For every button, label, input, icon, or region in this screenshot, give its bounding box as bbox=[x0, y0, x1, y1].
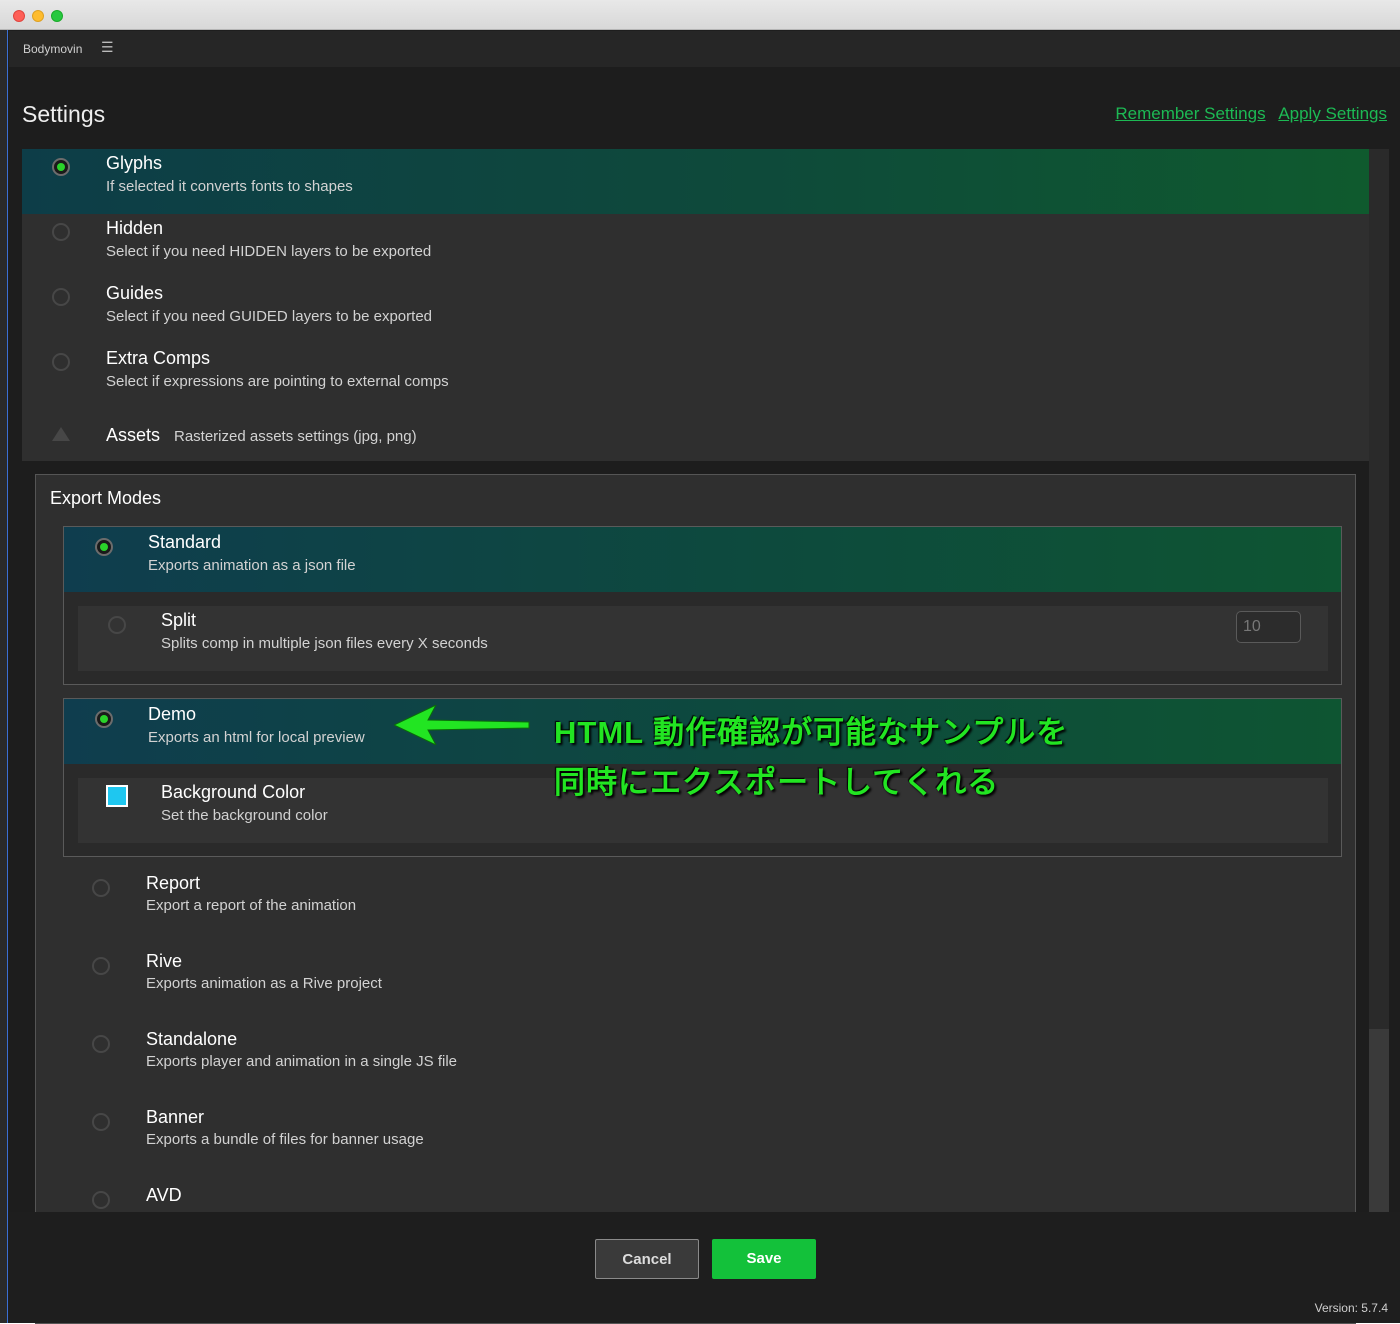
mode-description: Export a report of the animation bbox=[146, 897, 357, 914]
assets-description: Rasterized assets settings (jpg, png) bbox=[174, 428, 417, 445]
option-glyphs[interactable]: Glyphs If selected it converts fonts to … bbox=[22, 149, 1369, 214]
app-window: Bodymovin ☰ Settings Remember Settings A… bbox=[0, 0, 1400, 1324]
annotation-line-1: HTML 動作確認が可能なサンプルを bbox=[554, 715, 1069, 750]
bgcolor-title: Background Color bbox=[161, 782, 306, 802]
split-seconds-input[interactable]: 10 bbox=[1236, 611, 1301, 643]
bottom-bar: Cancel Save Version: 5.7.4 bbox=[9, 1212, 1400, 1323]
option-title: Guides bbox=[106, 283, 164, 303]
option-guides[interactable]: Guides Select if you need GUIDED layers … bbox=[22, 279, 1369, 344]
mode-title: Standalone bbox=[146, 1029, 238, 1049]
hamburger-icon[interactable]: ☰ bbox=[101, 39, 114, 56]
option-description: Select if expressions are pointing to ex… bbox=[106, 373, 449, 390]
scrollbar-thumb[interactable] bbox=[1369, 149, 1389, 1029]
mode-title: Rive bbox=[146, 951, 183, 971]
radio-button[interactable] bbox=[108, 616, 126, 634]
export-modes-panel: Export Modes Standard Exports animation … bbox=[35, 474, 1356, 1324]
window-left-edge bbox=[0, 30, 8, 1323]
page-title: Settings bbox=[22, 101, 106, 127]
mode-rive[interactable]: Rive Exports animation as a Rive project bbox=[36, 951, 1355, 1016]
split-option[interactable]: Split Splits comp in multiple json files… bbox=[78, 606, 1328, 671]
save-button[interactable]: Save bbox=[712, 1239, 816, 1279]
mode-description: Exports animation as a Rive project bbox=[146, 975, 382, 992]
mode-description: Exports a bundle of files for banner usa… bbox=[146, 1131, 424, 1148]
mode-title: Report bbox=[146, 873, 201, 893]
radio-button[interactable] bbox=[92, 1035, 110, 1053]
radio-button[interactable] bbox=[92, 957, 110, 975]
panel-name: Bodymovin bbox=[23, 42, 83, 56]
mode-standard[interactable]: Standard Exports animation as a json fil… bbox=[64, 527, 1341, 592]
annotation-arrow-icon bbox=[394, 705, 530, 745]
radio-button[interactable] bbox=[95, 538, 113, 556]
scrollbar[interactable] bbox=[1369, 149, 1389, 1212]
radio-button[interactable] bbox=[95, 710, 113, 728]
option-hidden[interactable]: Hidden Select if you need HIDDEN layers … bbox=[22, 214, 1369, 279]
mode-title: Banner bbox=[146, 1107, 205, 1127]
assets-title[interactable]: Assets bbox=[106, 425, 160, 446]
radio-button[interactable] bbox=[52, 353, 70, 371]
option-extra-comps[interactable]: Extra Comps Select if expressions are po… bbox=[22, 344, 1369, 409]
settings-list: Glyphs If selected it converts fonts to … bbox=[22, 149, 1369, 461]
radio-button[interactable] bbox=[52, 288, 70, 306]
mode-title: AVD bbox=[146, 1185, 182, 1205]
color-swatch[interactable] bbox=[106, 785, 128, 807]
option-description: If selected it converts fonts to shapes bbox=[106, 178, 353, 195]
bgcolor-description: Set the background color bbox=[161, 807, 328, 824]
export-modes-title: Export Modes bbox=[50, 488, 162, 508]
radio-button[interactable] bbox=[52, 158, 70, 176]
settings-content: Settings Remember Settings Apply Setting… bbox=[9, 67, 1400, 1324]
version-label: Version: 5.7.4 bbox=[1314, 1301, 1388, 1315]
option-description: Select if you need GUIDED layers to be e… bbox=[106, 308, 433, 325]
radio-button[interactable] bbox=[92, 1113, 110, 1131]
split-title: Split bbox=[161, 610, 197, 630]
panel-header: Bodymovin ☰ bbox=[9, 31, 1400, 67]
mode-description: Exports animation as a json file bbox=[148, 557, 356, 574]
mode-description: Exports player and animation in a single… bbox=[146, 1053, 458, 1070]
remember-settings-link[interactable]: Remember Settings bbox=[1115, 104, 1265, 123]
mode-standalone[interactable]: Standalone Exports player and animation … bbox=[36, 1029, 1355, 1094]
mode-title: Standard bbox=[148, 532, 222, 552]
zoom-window-button[interactable] bbox=[51, 10, 63, 22]
mode-banner[interactable]: Banner Exports a bundle of files for ban… bbox=[36, 1107, 1355, 1172]
close-window-button[interactable] bbox=[13, 10, 25, 22]
annotation-line-2: 同時にエクスポートしてくれる bbox=[554, 765, 1000, 800]
option-title: Glyphs bbox=[106, 153, 163, 173]
mode-report[interactable]: Report Export a report of the animation bbox=[36, 873, 1355, 938]
radio-button[interactable] bbox=[52, 223, 70, 241]
mode-title: Demo bbox=[148, 704, 197, 724]
minimize-window-button[interactable] bbox=[32, 10, 44, 22]
apply-settings-link[interactable]: Apply Settings bbox=[1278, 104, 1387, 123]
option-title: Extra Comps bbox=[106, 348, 211, 368]
top-links: Remember Settings Apply Settings bbox=[1107, 104, 1387, 124]
cancel-button[interactable]: Cancel bbox=[595, 1239, 699, 1279]
mode-description: Exports an html for local preview bbox=[148, 729, 365, 746]
radio-button[interactable] bbox=[92, 1191, 110, 1209]
split-description: Splits comp in multiple json files every… bbox=[161, 635, 488, 652]
expand-triangle-icon[interactable] bbox=[52, 427, 70, 441]
radio-button[interactable] bbox=[92, 879, 110, 897]
option-description: Select if you need HIDDEN layers to be e… bbox=[106, 243, 432, 260]
title-bar bbox=[0, 0, 1400, 30]
mode-standard-group: Standard Exports animation as a json fil… bbox=[63, 526, 1342, 685]
option-title: Hidden bbox=[106, 218, 164, 238]
